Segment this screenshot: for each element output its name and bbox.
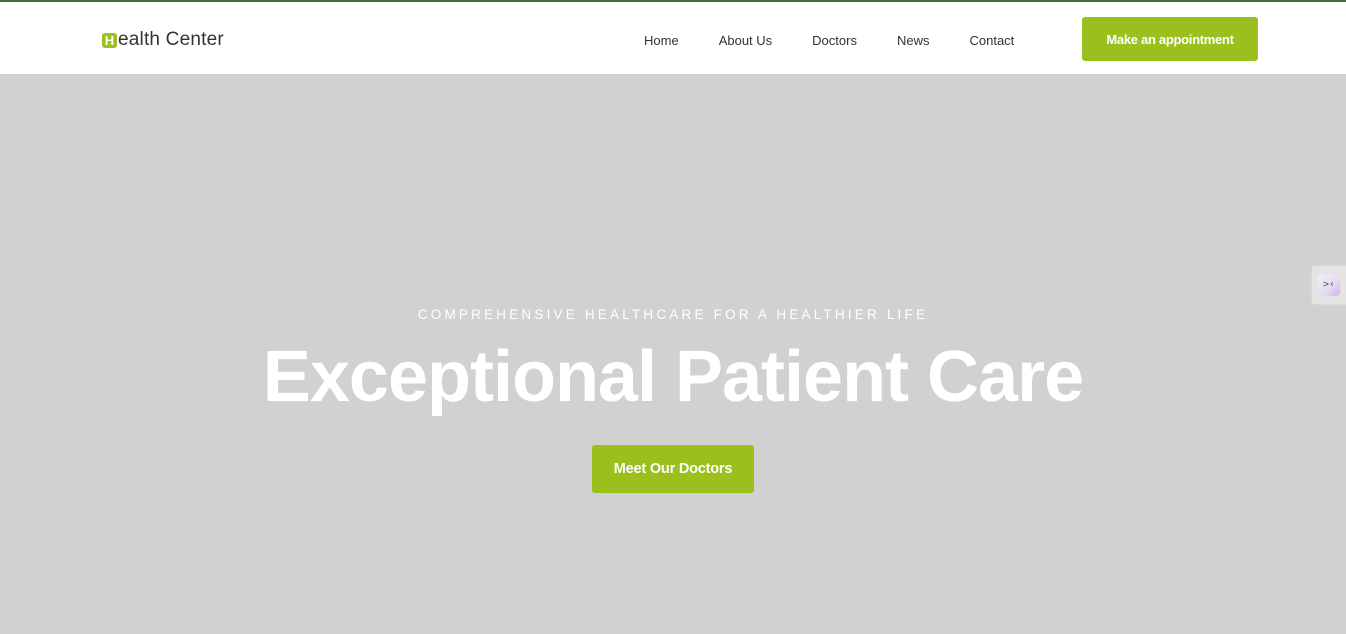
site-logo[interactable]: H ealth Center (102, 28, 224, 52)
code-chevrons-icon: >‹ (1318, 274, 1340, 296)
nav-link-news[interactable]: News (897, 33, 930, 48)
nav-link-doctors[interactable]: Doctors (812, 33, 857, 48)
logo-text: ealth Center (118, 29, 224, 50)
nav-link-home[interactable]: Home (644, 33, 679, 48)
side-widget-tab[interactable]: >‹ (1311, 265, 1346, 305)
nav-link-contact[interactable]: Contact (969, 33, 1014, 48)
meet-our-doctors-button[interactable]: Meet Our Doctors (592, 445, 754, 493)
hero-title: Exceptional Patient Care (262, 337, 1084, 417)
hero-subtitle: COMPREHENSIVE HEALTHCARE FOR A HEALTHIER… (417, 307, 929, 322)
hero-section: COMPREHENSIVE HEALTHCARE FOR A HEALTHIER… (0, 74, 1346, 634)
make-appointment-button[interactable]: Make an appointment (1082, 17, 1258, 61)
logo-h-badge-icon: H (102, 32, 117, 48)
main-nav: Home About Us Doctors News Contact (644, 24, 1014, 56)
nav-link-about-us[interactable]: About Us (719, 33, 772, 48)
site-header: H ealth Center Home About Us Doctors New… (0, 2, 1346, 74)
